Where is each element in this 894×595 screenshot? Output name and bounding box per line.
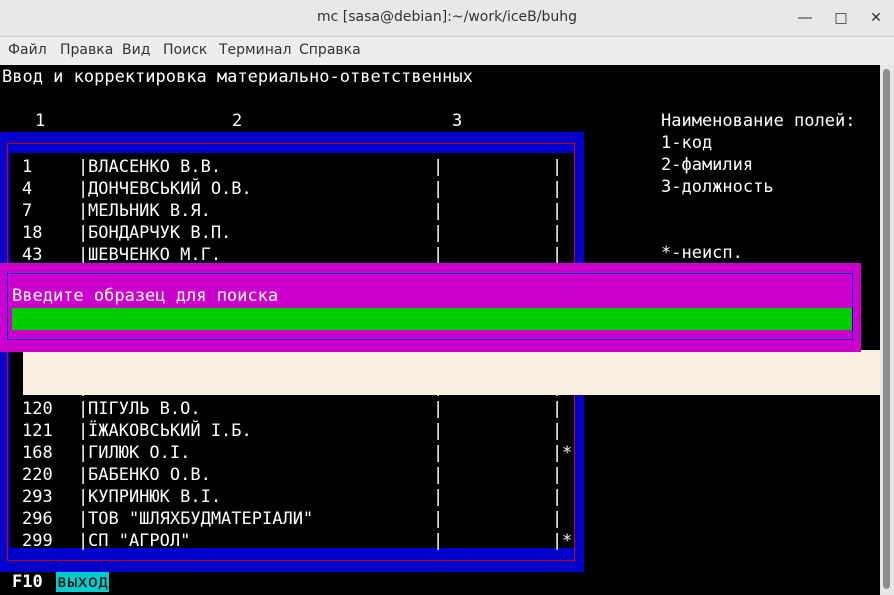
menu-help[interactable]: Справка: [299, 42, 361, 58]
row-separator: |: [78, 421, 89, 441]
row-separator: |: [433, 443, 444, 463]
row-separator: |: [552, 201, 563, 221]
row-unused-mark: *: [562, 443, 573, 463]
scrollbar-thumb[interactable]: [883, 69, 890, 589]
row-name: ПІГУЛЬ В.О.: [88, 399, 201, 419]
menubar: Файл Правка Вид Поиск Терминал Справка: [0, 37, 894, 65]
row-code: 1: [22, 157, 33, 177]
row-separator: |: [433, 465, 444, 485]
row-separator: |: [433, 201, 444, 221]
row-separator: |: [433, 487, 444, 507]
column-number-1: 1: [35, 111, 46, 131]
row-separator: |: [433, 399, 444, 419]
row-name: СП "АГРОЛ": [88, 531, 191, 551]
menu-edit[interactable]: Правка: [60, 42, 113, 58]
row-separator: |: [78, 399, 89, 419]
column-number-3: 3: [452, 111, 463, 131]
close-icon[interactable]: ✕: [866, 8, 886, 28]
row-separator: |: [433, 509, 444, 529]
row-separator: |: [552, 421, 563, 441]
f10-key[interactable]: F10: [12, 572, 43, 592]
row-name: МЕЛЬНИК В.Я.: [88, 201, 211, 221]
page-title: Ввод и корректировка материально-ответст…: [2, 67, 473, 87]
exit-button[interactable]: выход: [56, 572, 110, 592]
row-code: 168: [22, 443, 53, 463]
row-separator: |: [78, 179, 89, 199]
row-code: 220: [22, 465, 53, 485]
row-separator: |: [78, 443, 89, 463]
menu-view[interactable]: Вид: [122, 42, 150, 58]
menu-terminal[interactable]: Терминал: [219, 42, 291, 58]
row-separator: |: [433, 179, 444, 199]
row-separator: |: [552, 223, 563, 243]
row-name: ГИЛЮК О.І.: [88, 443, 191, 463]
row-separator: |: [433, 421, 444, 441]
menu-search[interactable]: Поиск: [163, 42, 207, 58]
row-name: БОНДАРЧУК В.П.: [88, 223, 232, 243]
row-separator: |: [552, 487, 563, 507]
legend-item-code: 1-код: [661, 133, 713, 153]
row-code: 120: [22, 399, 53, 419]
row-separator: |: [552, 179, 563, 199]
legend-item-surname: 2-фамилия: [661, 155, 754, 175]
window-titlebar: mc [sasa@debian]:~/work/iceB/buhg ― □ ✕: [0, 0, 894, 37]
row-name: ТОВ "ШЛЯХБУДМАТЕРІАЛИ": [88, 509, 314, 529]
row-code: 18: [22, 223, 43, 243]
row-unused-mark: *: [562, 531, 573, 551]
row-separator: |: [78, 509, 89, 529]
row-separator: |: [552, 443, 563, 463]
row-name: БАБЕНКО О.В.: [88, 465, 211, 485]
menu-file[interactable]: Файл: [8, 42, 47, 58]
search-prompt: Введите образец для поиска: [12, 286, 279, 306]
maximize-icon[interactable]: □: [831, 8, 851, 28]
column-number-2: 2: [232, 111, 243, 131]
row-separator: |: [433, 223, 444, 243]
search-input[interactable]: [12, 308, 852, 330]
legend-title: Наименование полей:: [661, 111, 856, 131]
row-separator: |: [433, 531, 444, 551]
row-separator: |: [78, 223, 89, 243]
row-separator: |: [78, 531, 89, 551]
scrollbar[interactable]: [880, 65, 894, 595]
minimize-icon[interactable]: ―: [795, 8, 815, 28]
legend-item-position: 3-должность: [661, 177, 774, 197]
row-separator: |: [78, 487, 89, 507]
row-separator: |: [552, 399, 563, 419]
row-code: 296: [22, 509, 53, 529]
row-code: 7: [22, 201, 33, 221]
row-separator: |: [552, 157, 563, 177]
row-code: 299: [22, 531, 53, 551]
window-title: mc [sasa@debian]:~/work/iceB/buhg: [317, 9, 577, 25]
row-separator: |: [433, 157, 444, 177]
row-separator: |: [552, 531, 563, 551]
legend-note-unused: *-неисп.: [661, 243, 743, 263]
row-separator: |: [552, 465, 563, 485]
row-name: ЇЖАКОВСЬКИЙ І.Б.: [88, 421, 252, 441]
search-dialog: Введите образец для поиска: [0, 263, 861, 352]
row-code: 121: [22, 421, 53, 441]
row-code: 293: [22, 487, 53, 507]
dialog-shadow: [23, 350, 880, 395]
row-code: 4: [22, 179, 33, 199]
terminal-screen[interactable]: Ввод и корректировка материально-ответст…: [0, 65, 880, 595]
row-name: КУПРИНЮК В.І.: [88, 487, 222, 507]
row-separator: |: [78, 201, 89, 221]
row-separator: |: [78, 157, 89, 177]
row-separator: |: [78, 465, 89, 485]
row-separator: |: [552, 509, 563, 529]
row-name: ВЛАСЕНКО В.В.: [88, 157, 222, 177]
row-name: ДОНЧЕВСЬКИЙ О.В.: [88, 179, 252, 199]
